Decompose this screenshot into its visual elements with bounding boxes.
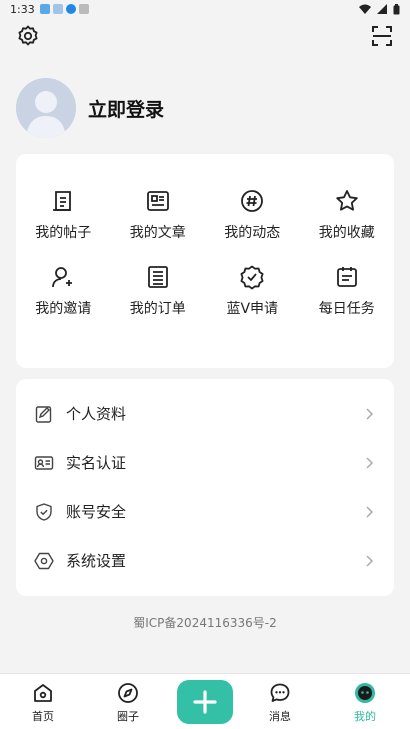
wifi-icon — [359, 4, 371, 14]
edit-profile-icon — [35, 405, 52, 423]
shortcut-label: 每日任务 — [318, 301, 375, 317]
menu-item-label: 账号安全 — [66, 503, 127, 521]
status-time: 1:33 — [10, 2, 35, 16]
battery-icon — [393, 3, 400, 14]
shortcut-label: 我的邀请 — [35, 301, 92, 317]
notification-icon — [52, 4, 63, 14]
shortcut-label: 我的帖子 — [35, 225, 92, 241]
tab-label: 首页 — [32, 710, 54, 723]
top-bar — [0, 22, 410, 50]
settings-hexagon-icon — [34, 552, 54, 569]
status-bar: 1:33 — [0, 0, 410, 18]
profile-face-icon — [355, 683, 375, 703]
calendar-task-icon — [336, 267, 357, 287]
shortcut-label: 我的收藏 — [318, 225, 375, 241]
menu-item-real-name[interactable]: 实名认证 — [16, 438, 394, 487]
post-icon — [53, 191, 72, 211]
shortcut-panel: 我的帖子 我的文章 我的动态 我的收藏 我的邀请 我的订单 蓝V申请 每日任务 — [16, 154, 394, 368]
shortcut-label: 我的订单 — [129, 301, 186, 317]
gear-icon[interactable] — [16, 24, 40, 48]
shortcut-my-invites[interactable]: 我的邀请 — [16, 264, 111, 318]
tab-label: 我的 — [354, 710, 376, 723]
tab-messages[interactable]: 消息 — [250, 682, 310, 724]
article-icon — [146, 191, 169, 211]
chevron-right-icon — [366, 407, 374, 420]
shortcut-my-moments[interactable]: 我的动态 — [205, 188, 300, 242]
shield-check-icon — [36, 502, 52, 521]
chevron-right-icon — [366, 456, 374, 469]
login-link[interactable]: 立即登录 — [88, 95, 164, 122]
menu-item-label: 个人资料 — [66, 405, 127, 423]
menu-item-system-settings[interactable]: 系统设置 — [16, 536, 394, 585]
hashtag-icon — [241, 190, 264, 212]
badge-check-icon — [240, 265, 264, 290]
chevron-right-icon — [366, 505, 374, 518]
shortcut-label: 蓝V申请 — [226, 301, 279, 317]
tab-home[interactable]: 首页 — [13, 682, 73, 724]
id-card-icon — [34, 455, 54, 470]
chat-bubble-icon — [270, 683, 290, 702]
shortcut-my-articles[interactable]: 我的文章 — [111, 188, 206, 242]
notification-icon — [78, 4, 89, 14]
order-icon — [147, 266, 168, 288]
bottom-tab-bar: 首页 圈子 消息 我的 — [0, 673, 410, 729]
invite-user-icon — [52, 267, 73, 288]
chevron-right-icon — [366, 554, 374, 567]
shortcut-daily-tasks[interactable]: 每日任务 — [300, 264, 395, 318]
tab-label: 消息 — [269, 710, 291, 723]
notification-icon — [39, 4, 50, 14]
home-icon — [34, 684, 52, 702]
signal-icon — [377, 4, 387, 14]
menu-item-label: 系统设置 — [66, 552, 127, 570]
default-avatar-icon — [16, 78, 76, 138]
compass-icon — [118, 683, 138, 703]
shortcut-blue-v-apply[interactable]: 蓝V申请 — [205, 264, 300, 318]
plus-icon — [193, 690, 217, 714]
create-post-button[interactable] — [177, 680, 233, 724]
avatar[interactable] — [16, 78, 76, 138]
shortcut-my-posts[interactable]: 我的帖子 — [16, 188, 111, 242]
tab-label: 圈子 — [117, 710, 139, 723]
star-icon — [336, 190, 358, 211]
shortcut-my-favorites[interactable]: 我的收藏 — [300, 188, 395, 242]
profile-header[interactable]: 立即登录 — [16, 78, 164, 138]
menu-item-account-security[interactable]: 账号安全 — [16, 487, 394, 536]
icp-record: 蜀ICP备2024116336号-2 — [133, 616, 277, 630]
tab-circle[interactable]: 圈子 — [98, 682, 158, 724]
settings-menu: 个人资料 实名认证 账号安全 系统设置 — [16, 379, 394, 596]
scan-icon[interactable] — [370, 24, 394, 48]
shortcut-label: 我的文章 — [129, 225, 186, 241]
tab-mine[interactable]: 我的 — [335, 682, 395, 724]
shortcut-label: 我的动态 — [224, 225, 281, 241]
notification-icon — [65, 4, 76, 14]
shortcut-my-orders[interactable]: 我的订单 — [111, 264, 206, 318]
menu-item-label: 实名认证 — [66, 454, 127, 472]
menu-item-profile[interactable]: 个人资料 — [16, 389, 394, 438]
